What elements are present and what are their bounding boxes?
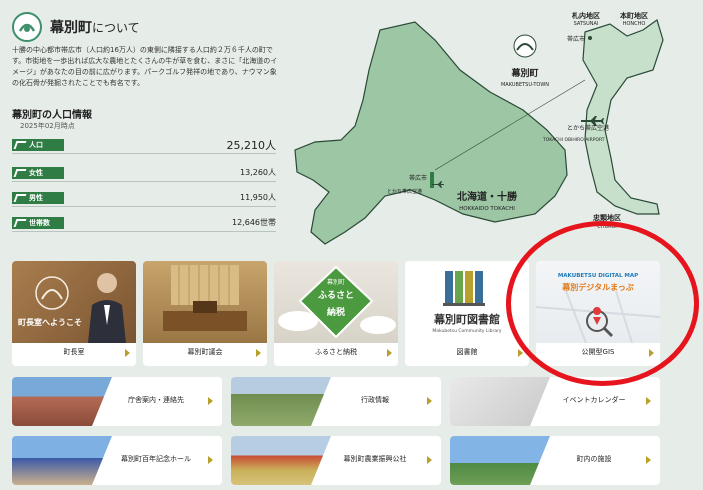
mayor-overlay-text: 町長室へようこそ <box>18 318 82 327</box>
tile-hometown-tax[interactable]: 幕別町 ふるさと 納税 ふるさと納税 <box>274 261 398 366</box>
library-overlay-2: Makubetsu Community Library <box>432 329 502 334</box>
mayor-photo: 町長室へようこそ <box>12 261 136 343</box>
library-overlay-1: 幕別町図書館 <box>434 313 500 326</box>
town-emblem-icon <box>513 34 537 58</box>
map-pin-icon <box>593 307 602 325</box>
hometown-tax-overlay-3: 納税 <box>326 308 345 318</box>
arrow-right-icon <box>387 349 392 357</box>
button-event-calendar[interactable]: イベントカレンダー <box>450 377 660 426</box>
arrow-right-icon <box>427 397 432 405</box>
arrow-right-icon <box>649 349 654 357</box>
arrow-right-icon <box>208 397 213 405</box>
button-label: イベントカレンダー <box>562 396 626 404</box>
label-mark-icon <box>13 168 27 177</box>
button-town-facilities[interactable]: 町内の施設 <box>450 436 660 485</box>
tile-label: 公開型GIS <box>581 348 615 356</box>
map-label-makubetsu: 幕別町 <box>510 67 538 79</box>
map-label-region: 北海道・十勝 <box>457 190 518 203</box>
town-hall-photo <box>12 377 112 426</box>
label-mark-icon <box>13 140 27 149</box>
button-label: 幕別町農業振興公社 <box>343 455 407 463</box>
map-label-satsunai: 札内地区 <box>571 11 600 20</box>
hometown-tax-overlay-2: ふるさと <box>317 291 354 301</box>
label-mark-icon <box>13 193 27 202</box>
town-aerial-photo <box>231 377 331 426</box>
button-agriculture-corp[interactable]: 幕別町農業振興公社 <box>231 436 441 485</box>
arrow-right-icon <box>427 456 432 464</box>
map-label-chuurui-en: CHURUI <box>597 224 617 230</box>
gis-overlay-1: MAKUBETSU DIGITAL MAP <box>557 273 639 279</box>
population-row-households: 世帯数 12,646世帯 <box>12 214 276 232</box>
button-label: 庁舎案内・連絡先 <box>128 396 184 404</box>
button-label: 行政情報 <box>361 396 389 404</box>
map-label-region-en: HOKKAIDO TOKACHI <box>459 206 515 212</box>
arrow-right-icon <box>646 397 651 405</box>
population-row-total: 人口 25,210人 <box>12 136 276 154</box>
tile-mayor-office[interactable]: 町長室へようこそ 町長室 <box>12 261 136 366</box>
tile-label: ふるさと納税 <box>315 348 357 356</box>
button-centennial-hall[interactable]: 幕別町百年記念ホール <box>12 436 222 485</box>
intro-text: 十勝の中心都市帯広市（人口約16万人）の東側に隣接する人口約２万６千人の町です。… <box>12 46 278 87</box>
button-label: 幕別町百年記念ホール <box>121 455 191 463</box>
tile-label: 幕別町議会 <box>187 348 223 356</box>
gis-overlay-2: 幕別デジタルまっぷ <box>562 283 634 292</box>
map-label-airport-2: とかち帯広空港 <box>387 188 422 195</box>
map-label-airport: とかち帯広空港 <box>567 124 609 132</box>
hometown-tax-overlay-1: 幕別町 <box>326 279 345 286</box>
gis-map-image: MAKUBETSU DIGITAL MAP 幕別デジタルまっぷ <box>536 261 660 344</box>
arrow-right-icon <box>646 456 651 464</box>
harvester-photo <box>231 436 331 485</box>
arrow-right-icon <box>518 349 523 357</box>
council-photo <box>143 261 267 343</box>
label-mark-icon <box>13 218 27 227</box>
arrow-right-icon <box>208 456 213 464</box>
map-label-makubetsu-en: MAKUBETSU-TOWN <box>501 82 549 88</box>
map-label-honcho: 本町地区 <box>619 11 648 20</box>
tile-library[interactable]: 幕別町図書館 Makubetsu Community Library 図書館 <box>405 261 529 366</box>
arrow-right-icon <box>125 349 130 357</box>
tile-town-council[interactable]: 幕別町議会 <box>143 261 267 366</box>
button-administration[interactable]: 行政情報 <box>231 377 441 426</box>
map-label-satsunai-en: SATSUNAI <box>574 21 599 27</box>
population-date: 2025年02月時点 <box>20 122 75 130</box>
location-map: 幕別町 MAKUBETSU-TOWN 札内地区 SATSUNAI 本町地区 HO… <box>294 11 664 245</box>
town-logo-icon <box>12 12 42 42</box>
hometown-tax-image: 幕別町 ふるさと 納税 <box>274 261 398 343</box>
hall-photo <box>12 436 112 485</box>
population-title: 幕別町の人口情報 <box>12 110 92 121</box>
tile-public-gis[interactable]: MAKUBETSU DIGITAL MAP 幕別デジタルまっぷ 公開型GIS <box>536 261 660 366</box>
population-row-female: 女性 13,260人 <box>12 164 276 182</box>
button-office-guide[interactable]: 庁舎案内・連絡先 <box>12 377 222 426</box>
mammoth-statue-photo <box>450 436 550 485</box>
map-label-airport-en: TOKACHI OBIHIRO AIRPORT <box>542 137 605 143</box>
page-header: 幕別町について <box>12 12 140 42</box>
tile-label: 図書館 <box>456 348 478 356</box>
population-row-male: 男性 11,950人 <box>12 189 276 207</box>
map-label-obihiro-2: 帯広市 <box>409 174 427 182</box>
map-label-chuurui: 忠類地区 <box>593 213 621 222</box>
map-label-obihiro-1: 帯広市 <box>567 35 585 43</box>
library-logo: 幕別町図書館 Makubetsu Community Library <box>405 261 529 343</box>
map-label-honcho-en: HONCHO <box>623 21 646 27</box>
button-label: 町内の施設 <box>576 455 612 463</box>
calendar-photo <box>450 377 550 426</box>
arrow-right-icon <box>256 349 261 357</box>
page-title: 幕別町について <box>50 20 140 36</box>
tile-label: 町長室 <box>63 348 85 356</box>
